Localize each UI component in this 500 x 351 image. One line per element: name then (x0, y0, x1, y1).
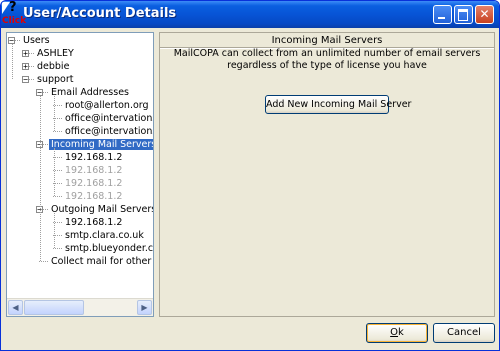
tree-item[interactable]: debbie (35, 60, 71, 73)
tree-item-label: Incoming Mail Servers (49, 139, 153, 150)
tree-item-label: Users (23, 35, 50, 46)
tree-item[interactable]: support (35, 73, 75, 86)
tree-item-label: debbie (37, 61, 70, 72)
minimize-button[interactable] (433, 5, 452, 24)
maximize-icon (455, 6, 472, 23)
tree-item-label: smtp.clara.co.uk (65, 230, 144, 241)
tree-item-label: office@intervations (65, 113, 153, 124)
tree-guide-line (12, 44, 13, 79)
close-icon: ✕ (479, 7, 490, 21)
user-tree-panel: Users − ASHLEY + debbie + support − Email Addres… (6, 32, 154, 317)
tree-item-label: 192.168.1.2 (65, 152, 123, 163)
tree-item[interactable]: office@intervations (63, 125, 153, 138)
collapse-minus-icon[interactable]: − (8, 37, 15, 45)
tree-item-label: root@allerton.org (65, 100, 149, 111)
tree-guide-line (54, 213, 55, 248)
tree-item-label: 192.168.1.2 (65, 191, 123, 202)
tree-item[interactable]: 192.168.1.2 (63, 151, 124, 164)
scroll-left-arrow-icon[interactable]: ◀ (8, 300, 23, 315)
tree-connector (53, 196, 62, 197)
tree-item[interactable]: 192.168.1.2 (63, 216, 124, 229)
tree-guide-line (40, 96, 41, 261)
ok-label-rest: k (398, 327, 404, 338)
collapse-minus-icon[interactable]: − (36, 89, 43, 97)
close-button[interactable]: ✕ (475, 5, 494, 24)
tree-item-label: 192.168.1.2 (65, 165, 123, 176)
expand-plus-icon[interactable]: + (22, 63, 29, 71)
tree-item-label: 192.168.1.2 (65, 178, 123, 189)
tree-item-selected[interactable]: Incoming Mail Servers (49, 138, 153, 151)
tree-guide-line (54, 148, 55, 196)
tree-item[interactable]: office@intervations (63, 112, 153, 125)
ok-mnemonic: O (390, 327, 399, 338)
tree-item[interactable]: smtp.clara.co.uk (63, 229, 146, 242)
tree-item-label: smtp.blueyonder.co (65, 243, 153, 254)
tree-item-label: ASHLEY (37, 48, 74, 59)
maximize-button[interactable] (454, 5, 473, 24)
tree-item[interactable]: 192.168.1.2 (63, 190, 124, 203)
tree-item[interactable]: 192.168.1.2 (63, 164, 124, 177)
tree-item[interactable]: root@allerton.org (63, 99, 151, 112)
tree-item-label: 192.168.1.2 (65, 217, 123, 228)
tree-item-label: support (37, 74, 74, 85)
minimize-icon (434, 6, 451, 23)
tree-item[interactable]: 192.168.1.2 (63, 177, 124, 190)
add-incoming-server-button[interactable]: Add New Incoming Mail Server (265, 95, 411, 114)
tree-item[interactable]: Outgoing Mail Servers (S (49, 203, 153, 216)
tree-horizontal-scrollbar[interactable]: ◀ ▶ (7, 298, 153, 316)
tree-connector (53, 131, 62, 132)
detail-panel: Incoming Mail Servers MailCOPA can colle… (159, 32, 495, 317)
detail-description: MailCOPA can collect from an unlimited n… (173, 48, 481, 71)
scroll-right-arrow-icon[interactable]: ▶ (137, 300, 152, 315)
tree-item[interactable]: Email Addresses (49, 86, 131, 99)
ok-button[interactable]: Ok (366, 323, 428, 343)
tree-item[interactable]: smtp.blueyonder.co (63, 242, 153, 255)
tree-item-label: Collect mail for other us (51, 256, 153, 267)
user-account-details-window: ? Click User/Account Details ✕ Users − ASH… (0, 0, 500, 351)
tree-item[interactable]: Users (21, 34, 52, 47)
tree-item[interactable]: Collect mail for other us (49, 255, 153, 268)
cancel-button[interactable]: Cancel (433, 323, 495, 343)
tree-connector (39, 261, 48, 262)
tree-guide-line (54, 96, 55, 131)
tree-item[interactable]: ASHLEY (35, 47, 76, 60)
scroll-thumb[interactable] (24, 300, 84, 315)
tree-connector (53, 248, 62, 249)
tree-item-label: Outgoing Mail Servers (S (51, 204, 153, 215)
user-tree: Users − ASHLEY + debbie + support − Email Addres… (7, 33, 153, 299)
tree-item-label: office@intervations (65, 126, 153, 137)
collapse-minus-icon[interactable]: − (22, 76, 29, 84)
title-bar[interactable]: ? Click User/Account Details ✕ (1, 1, 499, 28)
help-cursor-icon: ? Click (2, 0, 27, 26)
detail-title: Incoming Mail Servers (271, 35, 383, 46)
tree-item-label: Email Addresses (51, 87, 130, 98)
expand-plus-icon[interactable]: + (22, 50, 29, 58)
window-title: User/Account Details (23, 6, 177, 21)
